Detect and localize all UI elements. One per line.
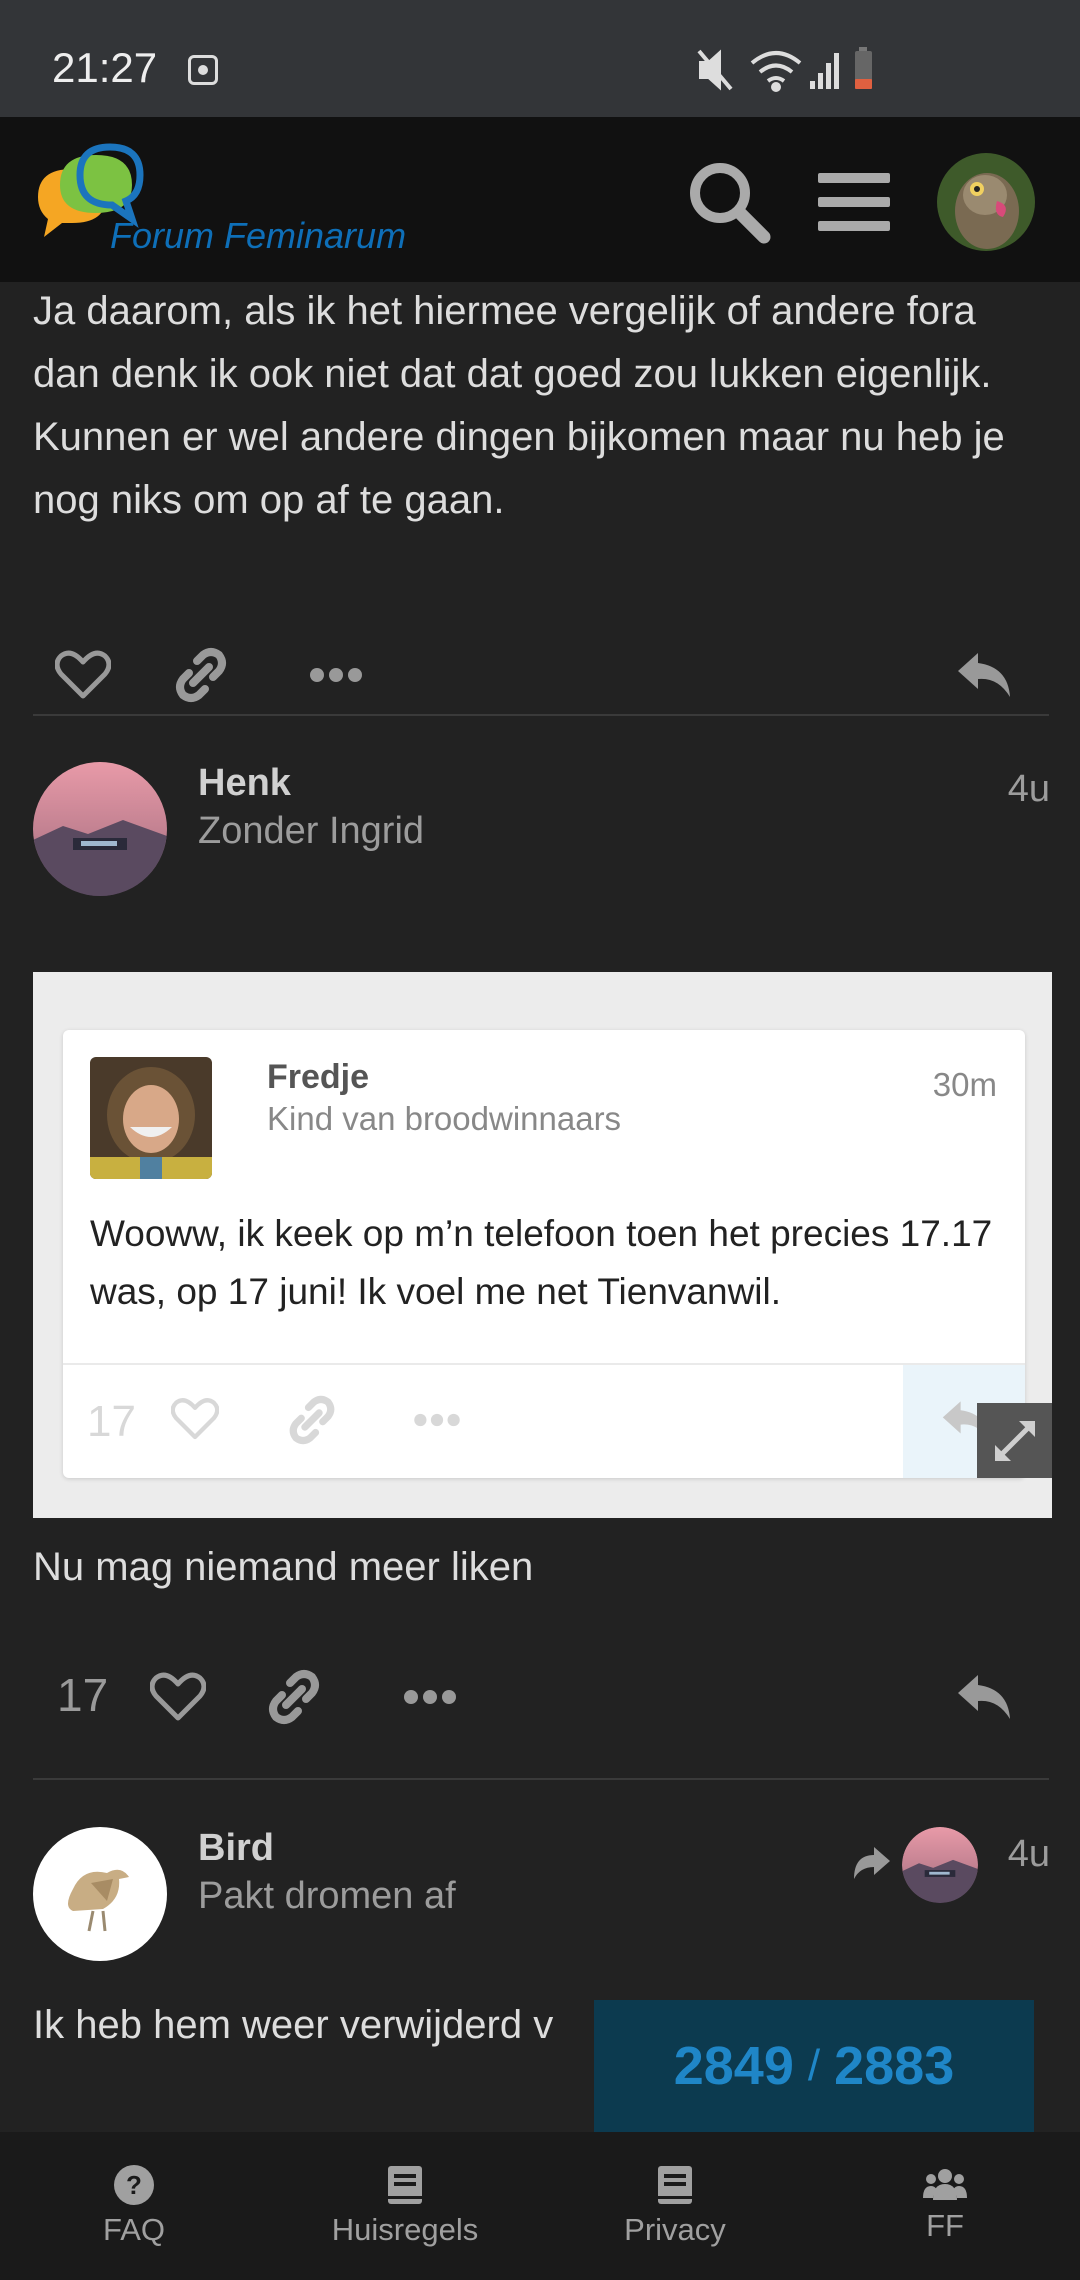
signal-icon [810,53,839,89]
embedded-post-card: Fredje Kind van broodwinnaars 30m Wooww,… [63,1030,1025,1478]
like-button[interactable] [45,630,120,720]
question-icon: ? [114,2165,154,2205]
post-time[interactable]: 4u [1008,1833,1050,1876]
svg-text:?: ? [126,2170,142,2200]
site-name: Forum Feminarum [110,215,407,256]
post-body: Ja daarom, als ik het hiermee vergelijk … [33,289,1005,522]
progress-current: 2849 [673,2036,794,2096]
reply-button[interactable] [944,630,1024,720]
mute-icon [697,49,733,91]
search-icon[interactable] [684,157,774,247]
users-icon [923,2169,967,2200]
post-actions: 17 [0,1652,1080,1742]
embedded-image[interactable]: Fredje Kind van broodwinnaars 30m Wooww,… [33,972,1052,1518]
battery-icon [855,47,872,89]
more-options-button[interactable] [392,1652,467,1742]
post-header: Bird Pakt dromen af 4u [0,1827,1080,1967]
nav-ff[interactable]: FF [890,2132,1000,2280]
embedded-like-count: 17 [87,1397,136,1446]
like-count[interactable]: 17 [57,1668,108,1722]
embedded-link-icon [289,1395,335,1445]
embedded-post-body: Wooww, ik keek op m’n telefoon toen het … [90,1213,993,1312]
embedded-ellipsis-icon [414,1413,460,1427]
nav-label: FF [926,2208,964,2243]
embedded-heart-icon [171,1398,219,1440]
hamburger-menu-icon[interactable] [818,167,890,237]
like-button[interactable] [140,1652,215,1742]
user-avatar[interactable] [937,153,1035,251]
copy-link-button[interactable] [256,1652,331,1742]
nav-huisregels[interactable]: Huisregels [310,2132,500,2280]
reply-icon [958,1675,1010,1719]
screen-record-icon [188,55,218,85]
heart-icon [149,1672,206,1721]
nav-label: Privacy [624,2212,726,2247]
nav-label: FAQ [102,2212,165,2247]
avatar[interactable] [33,762,167,896]
username[interactable]: Henk [198,762,291,805]
progress-total: 2883 [834,2036,955,2096]
status-icons [697,47,872,92]
more-options-button[interactable] [298,630,373,720]
copy-link-button[interactable] [163,630,238,720]
embedded-username: Fredje [267,1058,370,1096]
status-bar: 21:27 [0,0,1080,117]
expand-icon [994,1420,1035,1461]
link-icon [175,648,226,702]
wifi-icon [750,51,802,92]
link-icon [268,1670,319,1724]
reply-button[interactable] [944,1652,1024,1742]
post-time[interactable]: 4u [1008,768,1050,811]
user-title: Zonder Ingrid [198,810,425,852]
status-time: 21:27 [52,44,158,91]
topic-stream[interactable]: Ja daarom, als ik het hiermee vergelijk … [0,282,1080,2132]
embedded-avatar [90,1057,212,1179]
topic-progress[interactable]: 2849 / 2883 [594,2000,1034,2132]
embedded-user-title: Kind van broodwinnaars [267,1100,622,1137]
user-title: Pakt dromen af [198,1875,456,1917]
post-divider [33,714,1049,716]
progress-separator: / [807,2041,821,2090]
book-icon [388,2166,422,2204]
username[interactable]: Bird [198,1827,274,1870]
reply-to-icon [854,1847,890,1879]
expand-image-button[interactable] [977,1403,1052,1478]
book-icon [658,2166,692,2204]
reply-icon [958,653,1010,697]
bottom-navigation: ? FAQ Huisregels Privacy FF [0,2132,1080,2280]
embedded-time: 30m [932,1066,997,1103]
avatar[interactable] [33,1827,167,1961]
post-header: Henk Zonder Ingrid 4u [0,762,1080,902]
embedded-post-actions: 17 [63,1365,1025,1478]
heart-icon [54,650,111,699]
ellipsis-icon [403,1690,456,1704]
reply-to-avatar[interactable] [902,1827,978,1903]
ellipsis-icon [309,668,362,682]
post-divider [33,1778,1049,1780]
nav-faq[interactable]: ? FAQ [64,2132,204,2280]
nav-label: Huisregels [331,2212,479,2247]
site-header: Forum Feminarum [0,117,1080,282]
post-actions [0,630,1080,720]
nav-privacy[interactable]: Privacy [605,2132,745,2280]
post-body: Nu mag niemand meer liken [33,1545,534,1589]
